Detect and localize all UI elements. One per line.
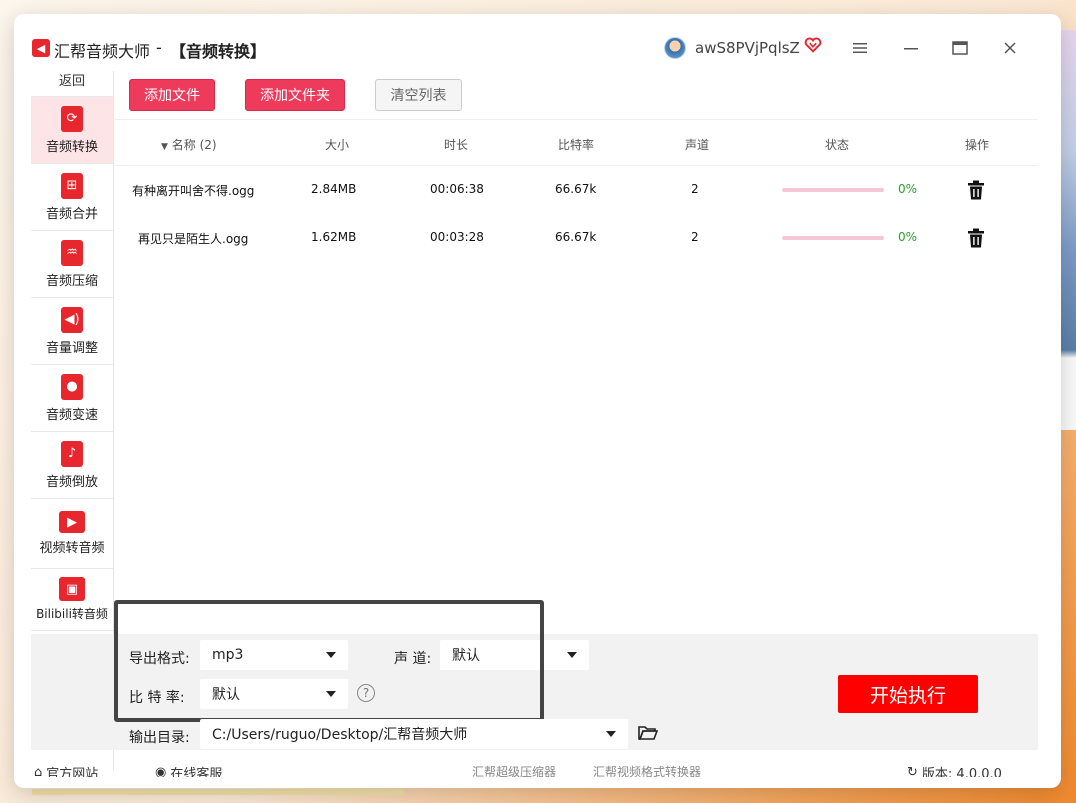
file-size: 2.84MB [311,182,357,196]
progress-bar [782,188,884,192]
online-service-label: 在线客服 [170,767,223,777]
file-bitrate: 66.67k [555,230,597,244]
sidebar-item-label: 视频转音频 [39,541,105,556]
desktop-taskbar-strip [32,789,404,795]
toolbar: 添加文件 添加文件夹 清空列表 [115,79,1038,120]
audio-reverse-icon: ♪ [61,440,83,467]
refresh-icon: ↻ [907,765,918,777]
sort-name-header[interactable]: ▼ 名称 (2) [161,136,217,153]
trash-icon[interactable] [967,228,985,248]
header-action: 操作 [965,138,990,152]
online-service-link[interactable]: ◉ 在线客服 [155,763,222,777]
file-channel: 2 [691,182,699,196]
table-row[interactable]: 再见只是陌生人.ogg 1.62MB 00:03:28 66.67k 2 0% [115,214,1038,262]
output-dir-path: C:/Users/ruguo/Desktop/汇帮音频大师 [212,727,468,743]
audio-speed-icon: ● [61,373,83,400]
app-name: 汇帮音频大师 [54,42,151,61]
sidebar-item-audio-convert[interactable]: ⟳ 音频转换 [31,97,113,164]
folder-open-icon[interactable] [638,725,658,741]
sidebar-item-label: 音频合并 [45,206,98,222]
audio-merge-icon: ⊞ [61,172,83,199]
header-bitrate: 比特率 [558,138,595,152]
title-bar: ◀ 汇帮音频大师 - 【音频转换】 awS8PVjPqlsZ [14,14,1061,80]
video-to-audio-icon: ▶ [59,511,85,533]
sidebar-item-volume-adjust[interactable]: ◀) 音量调整 [31,298,113,365]
file-duration: 00:06:38 [430,182,484,196]
file-table: ▼ 名称 (2) 大小 时长 比特率 声道 状态 操作 有种离开叫舍不得.ogg… [115,119,1038,262]
footer: ⌂ 官方网站 ◉ 在线客服 汇帮超级压缩器 汇帮视频格式转换器 ↻ 版本: 4.… [31,757,1038,777]
back-button[interactable]: 返回 [31,71,113,97]
menu-icon[interactable] [847,36,873,60]
header-name: 名称 (2) [171,138,217,152]
header-duration: 时长 [444,138,469,152]
output-dir-label: 输出目录: [129,730,190,746]
sidebar-item-audio-merge[interactable]: ⊞ 音频合并 [31,164,113,231]
promo-link-2[interactable]: 汇帮视频格式转换器 [593,763,701,777]
chevron-down-icon [567,652,577,658]
sort-down-icon: ▼ [161,142,168,152]
maximize-icon[interactable] [947,36,973,60]
header-status: 状态 [825,138,850,152]
vip-heart-icon[interactable] [804,36,822,54]
highlight-annotation-box [114,600,544,722]
sidebar-item-video-to-audio[interactable]: ▶ 视频转音频 [31,499,113,569]
sidebar-item-audio-speed[interactable]: ● 音频变速 [31,365,113,432]
output-dir-select[interactable]: C:/Users/ruguo/Desktop/汇帮音频大师 [200,719,628,749]
header-size: 大小 [325,138,350,152]
sidebar-item-label: 音量调整 [45,340,98,356]
headset-icon: ◉ [155,765,167,777]
file-bitrate: 66.67k [555,182,597,196]
version-label: 版本: 4.0.0.0 [921,767,1002,777]
progress-bar [782,236,884,240]
sidebar-item-label: 音频倒放 [45,474,98,490]
add-folder-button[interactable]: 添加文件夹 [245,79,345,111]
progress-text: 0% [898,230,918,244]
app-logo-icon: ◀ [32,39,50,57]
sidebar-item-label: 音频转换 [45,139,98,155]
file-duration: 00:03:28 [430,230,484,244]
sidebar-item-audio-compress[interactable]: ♒ 音频压缩 [31,231,113,298]
file-size: 1.62MB [311,230,357,244]
add-file-button[interactable]: 添加文件 [129,79,215,111]
avatar[interactable] [664,37,686,59]
minimize-icon[interactable] [898,36,924,60]
audio-compress-icon: ♒ [61,239,83,266]
clear-list-button[interactable]: 清空列表 [375,79,462,111]
title-separator: - [156,38,162,57]
chevron-down-icon [606,731,616,737]
official-site-link[interactable]: ⌂ 官方网站 [34,763,98,777]
close-icon[interactable] [997,36,1023,60]
username[interactable]: awS8PVjPqlsZ [695,39,800,57]
version-info: ↻ 版本: 4.0.0.0 [907,763,1002,777]
trash-icon[interactable] [967,180,985,200]
file-name: 再见只是陌生人.ogg [138,232,249,246]
table-row[interactable]: 有种离开叫舍不得.ogg 2.84MB 00:06:38 66.67k 2 0% [115,166,1038,214]
sidebar-item-label: Bilibili转音频 [36,607,108,621]
file-channel: 2 [691,230,699,244]
app-window: ◀ 汇帮音频大师 - 【音频转换】 awS8PVjPqlsZ 返回 ⟳ 音频转换 [14,14,1061,788]
sidebar-item-bilibili[interactable]: ▣ Bilibili转音频 [31,569,113,631]
audio-convert-icon: ⟳ [61,105,83,132]
promo-link-1[interactable]: 汇帮超级压缩器 [472,763,556,777]
sidebar-item-label: 音频变速 [45,407,98,423]
volume-adjust-icon: ◀) [61,306,83,333]
sidebar-item-label: 音频压缩 [45,273,98,289]
sidebar-item-audio-reverse[interactable]: ♪ 音频倒放 [31,432,113,499]
file-name: 有种离开叫舍不得.ogg [132,184,255,198]
page-title: 【音频转换】 [170,42,267,61]
header-channel: 声道 [685,138,710,152]
progress-text: 0% [898,182,918,196]
start-button[interactable]: 开始执行 [838,675,978,713]
bilibili-icon: ▣ [59,577,85,601]
table-header: ▼ 名称 (2) 大小 时长 比特率 声道 状态 操作 [115,119,1038,166]
home-icon: ⌂ [34,765,43,777]
official-site-label: 官方网站 [46,767,99,777]
